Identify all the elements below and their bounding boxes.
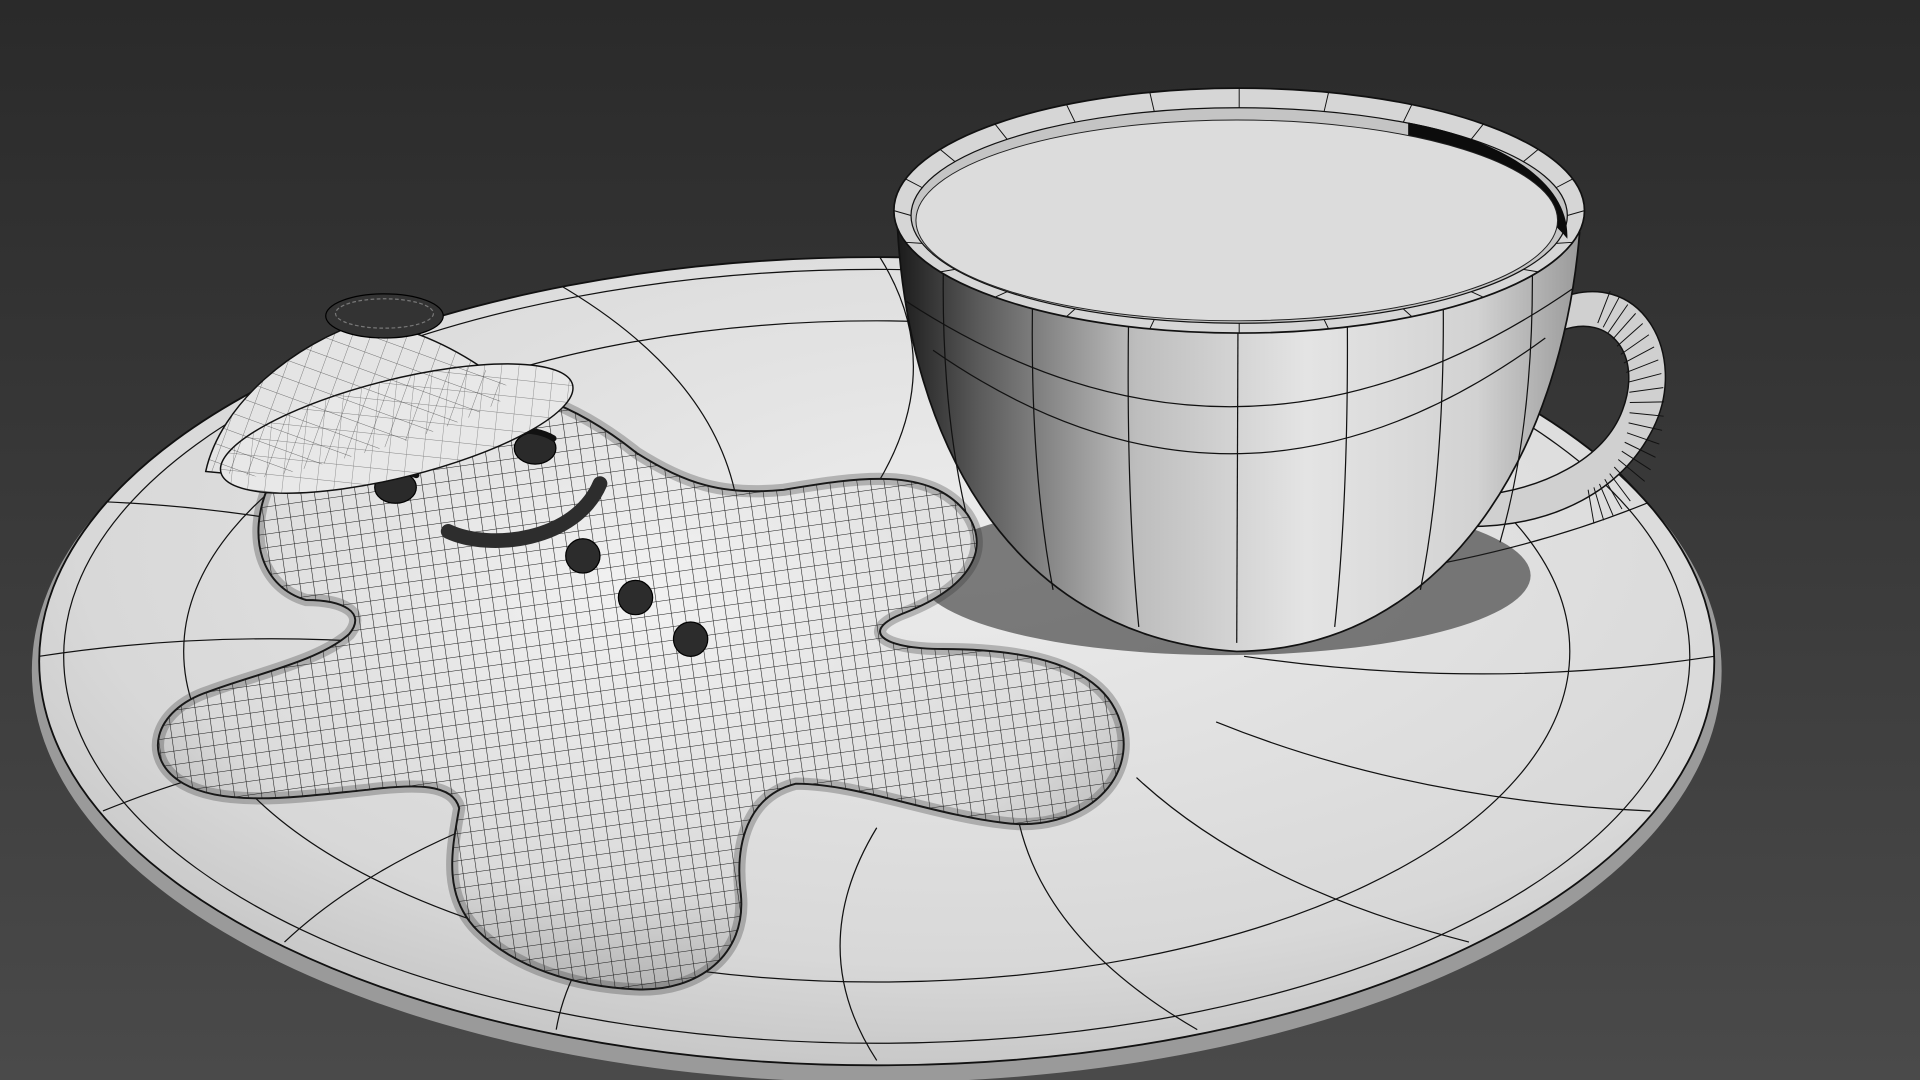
- handle-ring-edge: [1629, 401, 1665, 403]
- button-1: [565, 538, 601, 574]
- 3d-viewport[interactable]: [0, 0, 1920, 1080]
- button-3: [672, 621, 709, 657]
- hat-pompom: [325, 293, 444, 339]
- viewport-canvas[interactable]: [0, 0, 1920, 1080]
- button-2: [617, 579, 654, 616]
- cup-liquid-surface: [915, 119, 1559, 322]
